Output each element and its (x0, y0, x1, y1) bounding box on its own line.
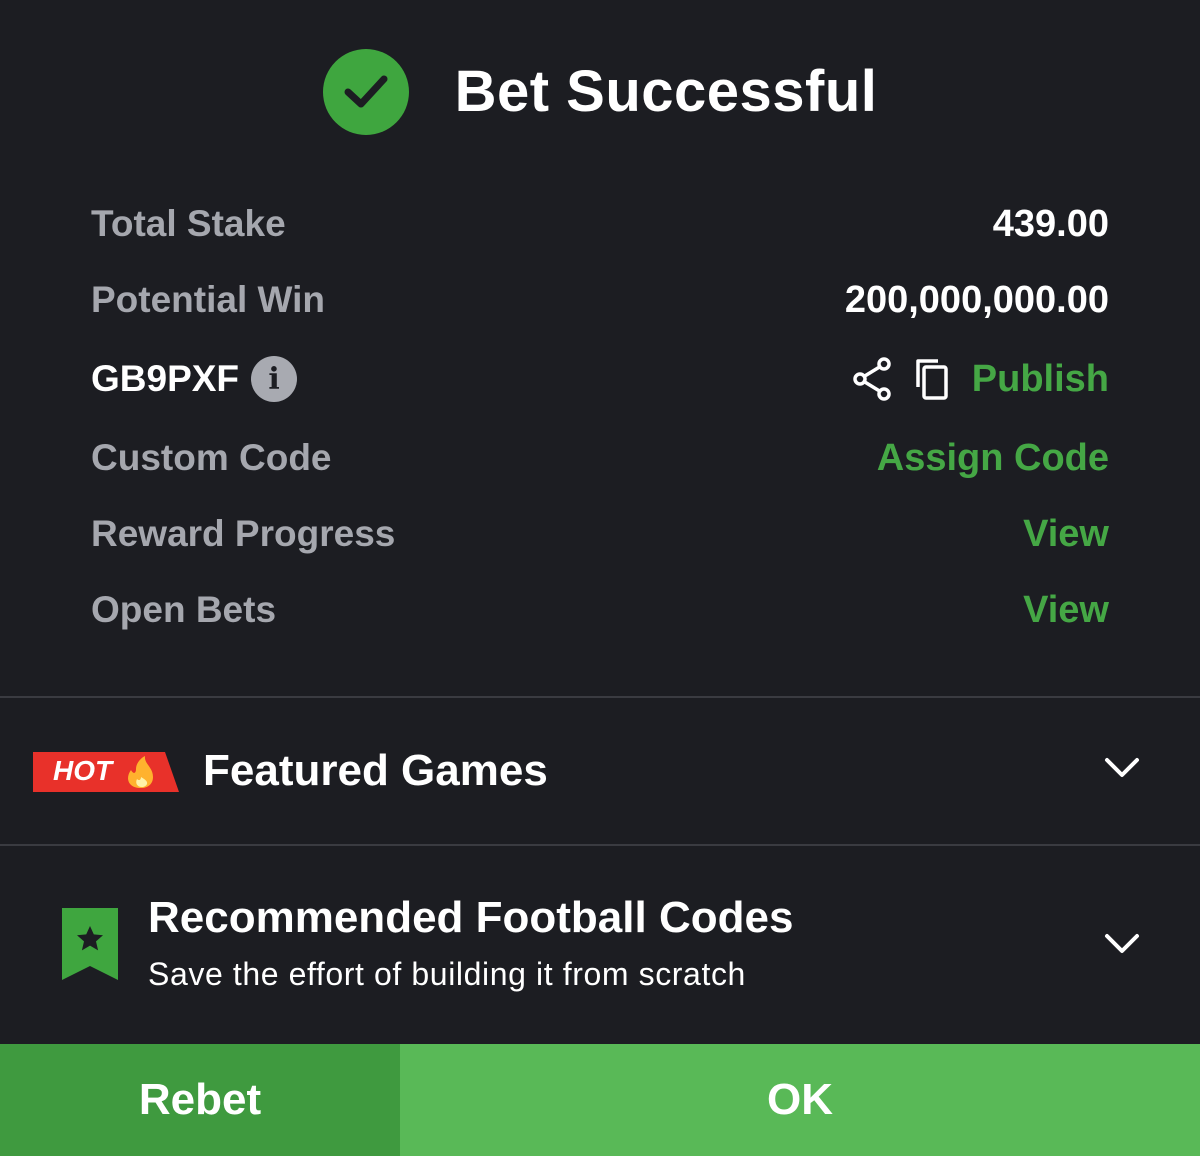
reward-progress-row: Reward Progress View (91, 496, 1109, 572)
chevron-down-icon[interactable] (1104, 932, 1140, 961)
open-bets-label: Open Bets (91, 589, 277, 630)
hot-badge: HOT (33, 752, 179, 792)
info-icon[interactable]: i (251, 356, 298, 402)
custom-code-row: Custom Code Assign Code (91, 420, 1109, 496)
footer-actions: Rebet OK (0, 1044, 1200, 1156)
publish-link[interactable]: Publish (972, 358, 1109, 401)
total-stake-value: 439.00 (992, 202, 1109, 245)
assign-code-link[interactable]: Assign Code (877, 437, 1109, 480)
recommended-title: Recommended Football Codes (148, 893, 794, 942)
page-title: Bet Successful (454, 58, 878, 124)
bet-summary: Total Stake 439.00 Potential Win 200,000… (91, 186, 1109, 648)
check-circle-icon (322, 49, 409, 135)
booking-code-row: GB9PXF i Publish (91, 338, 1109, 420)
booking-code: GB9PXF (91, 358, 240, 399)
potential-win-row: Potential Win 200,000,000.00 (91, 262, 1109, 338)
recommended-subtitle: Save the effort of building it from scra… (148, 956, 746, 992)
copy-icon[interactable] (912, 357, 952, 401)
booking-code-actions: Publish (852, 357, 1109, 401)
share-icon[interactable] (852, 357, 892, 401)
chevron-down-icon[interactable] (1104, 756, 1140, 785)
featured-games-title: Featured Games (203, 746, 548, 795)
hot-badge-label: HOT (53, 755, 113, 786)
open-bets-row: Open Bets View (91, 572, 1109, 648)
reward-progress-label: Reward Progress (91, 513, 396, 554)
success-header: Bet Successful (0, 0, 1200, 190)
ok-button[interactable]: OK (400, 1044, 1200, 1156)
total-stake-label: Total Stake (91, 203, 286, 244)
total-stake-row: Total Stake 439.00 (91, 186, 1109, 262)
featured-games-section[interactable]: Featured Games (0, 698, 1200, 844)
potential-win-value: 200,000,000.00 (844, 278, 1109, 321)
rebet-button[interactable]: Rebet (0, 1044, 400, 1156)
bookmark-star-icon (62, 908, 118, 985)
recommended-codes-section[interactable] (0, 846, 1200, 1042)
open-bets-view-link[interactable]: View (1023, 589, 1109, 632)
custom-code-label: Custom Code (91, 437, 332, 478)
potential-win-label: Potential Win (91, 279, 325, 320)
booking-code-group: GB9PXF i (91, 356, 298, 402)
reward-progress-view-link[interactable]: View (1023, 513, 1109, 556)
